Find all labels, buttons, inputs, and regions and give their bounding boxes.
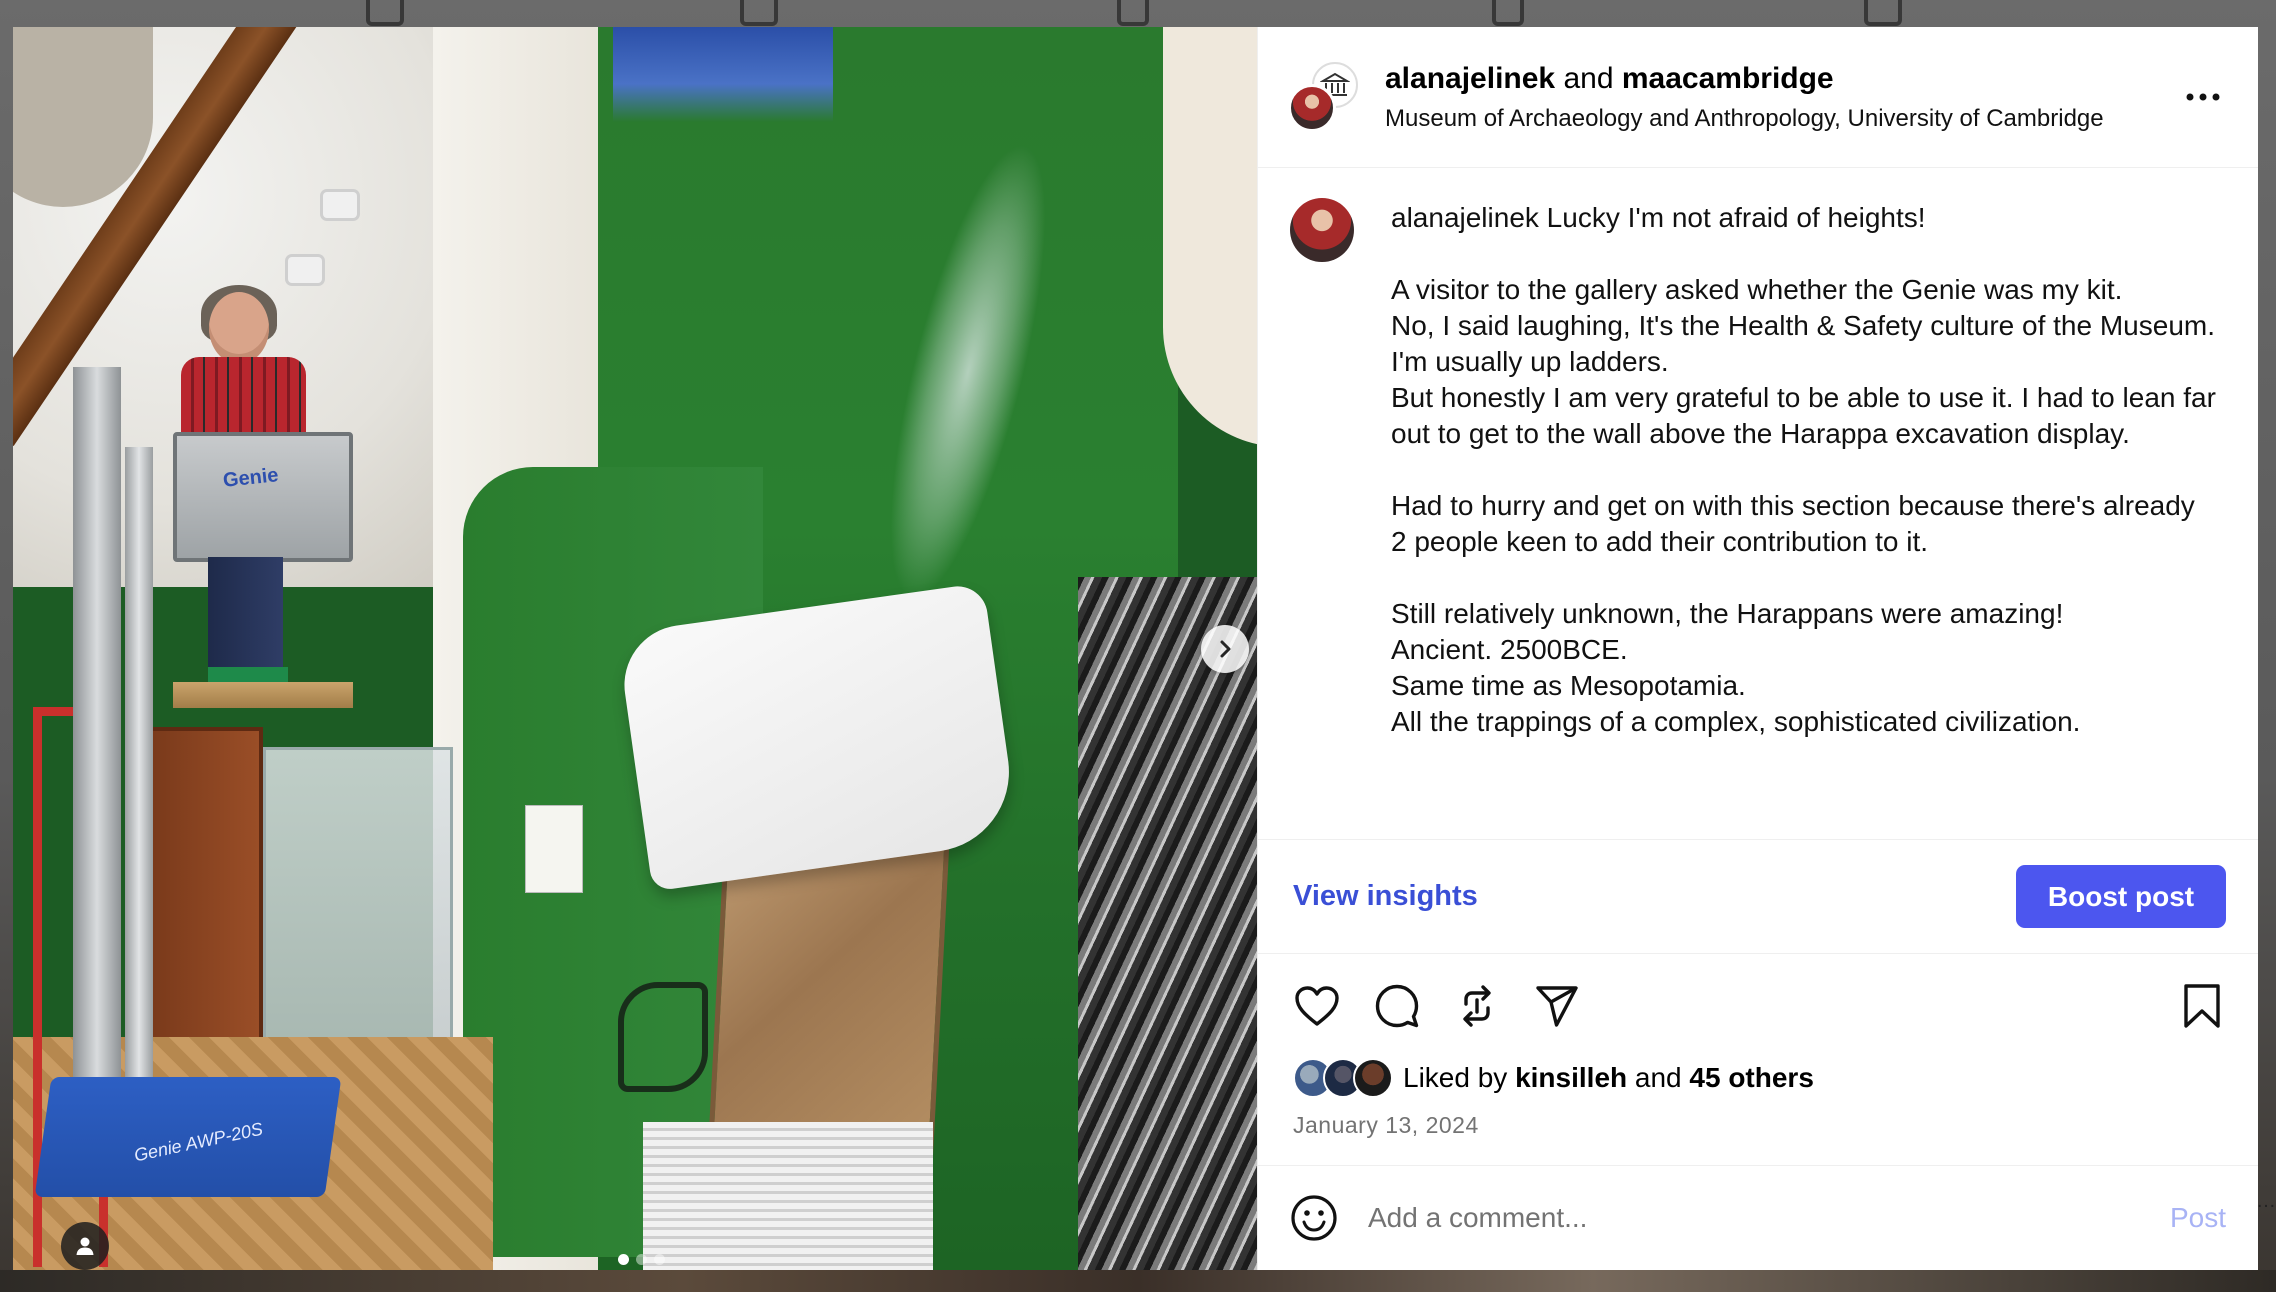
owner-actions: View insights Boost post [1258,840,2258,954]
background-ellipsis: … [2256,1190,2276,1212]
heart-icon [1295,986,1339,1026]
photo-mural-sky [613,27,833,122]
photo-paper [616,582,1020,892]
bookmark-icon [2184,984,2220,1028]
tagged-icon [1864,0,1902,26]
chevron-right-icon [1220,640,1231,658]
comment-button[interactable] [1373,982,1421,1030]
likes-summary[interactable]: Liked by kinsilleh and 45 others [1293,1058,2226,1098]
carousel-next-button[interactable] [1201,625,1249,673]
post-date[interactable]: January 13, 2024 [1293,1112,2226,1139]
photo-graffiti [618,982,708,1092]
photo-person-head [209,292,269,364]
collaborator-username-link[interactable]: maacambridge [1622,62,1834,95]
post-info-panel: alanajelinek and maacambridge Museum of … [1257,27,2258,1270]
photo-platform-floor [173,682,353,708]
share-icon [1536,986,1578,1027]
photo-lift-mast [73,367,121,1187]
photo-palm-panel [1078,577,1257,1270]
author-username-link[interactable]: alanajelinek [1385,62,1555,95]
collab-joiner: and [1563,61,1614,95]
user-icon [76,1237,94,1255]
others-likes-link[interactable]: 45 others [1689,1062,1814,1093]
post-dialog: Genie AWP-20S Genie alanajelinek and maa… [13,27,2258,1270]
photo-label-card [525,805,583,893]
background-grid-strip [0,1270,2276,1292]
caption-body: Lucky I'm not afraid of heights! A visit… [1391,202,2216,737]
tagged-people-button[interactable] [61,1222,109,1270]
reposts-icon [1492,0,1524,26]
comment-composer: Post [1258,1166,2258,1270]
caption-author-avatar[interactable] [1290,198,1354,262]
liker-username-link[interactable]: kinsilleh [1515,1062,1627,1093]
photo-person-legs [208,557,283,677]
boost-post-button[interactable]: Boost post [2016,865,2226,928]
repost-icon [1463,985,1491,1027]
grid-icon [366,0,404,26]
comment-input[interactable] [1368,1202,2170,1234]
liked-by-prefix: Liked by [1403,1062,1516,1093]
location-link[interactable]: Museum of Archaeology and Anthropology, … [1385,105,2180,133]
photo-lift-platform [173,432,353,562]
comment-icon [1375,984,1419,1028]
carousel-dot [618,1254,629,1265]
photo-lamp [323,192,357,218]
like-button[interactable] [1293,982,1341,1030]
post-feedback: Liked by kinsilleh and 45 others January… [1258,954,2258,1166]
caption-text: alanajelinek Lucky I'm not afraid of hei… [1391,200,2218,839]
saved-icon [1117,0,1149,26]
smiley-icon [1291,1195,1337,1241]
header-text: alanajelinek and maacambridge Museum of … [1385,62,2180,133]
post-comment-button[interactable]: Post [2170,1202,2226,1234]
likes-text: Liked by kinsilleh and 45 others [1403,1062,1814,1094]
carousel-dot [636,1254,647,1265]
header-usernames: alanajelinek and maacambridge [1385,62,2180,96]
author-avatar[interactable] [1288,84,1336,132]
photo-radiator [643,1122,933,1270]
save-button[interactable] [2178,982,2226,1030]
liker-avatars[interactable] [1293,1058,1395,1098]
more-options-button[interactable] [2180,74,2226,120]
photo-cabinet [263,747,453,1077]
share-button[interactable] [1533,982,1581,1030]
collab-avatars[interactable] [1288,62,1358,132]
repost-button[interactable] [1453,982,1501,1030]
photo-door [148,727,263,1057]
post-media-carousel[interactable]: Genie AWP-20S Genie [13,27,1257,1270]
more-horizontal-icon [2186,93,2220,101]
carousel-dot [654,1254,665,1265]
post-header: alanajelinek and maacambridge Museum of … [1258,27,2258,168]
photo-lamp [288,257,322,283]
reels-icon [740,0,778,26]
action-icon-row [1293,976,2226,1036]
liker-avatar[interactable] [1353,1058,1393,1098]
carousel-indicator [618,1254,665,1265]
caption-username-link[interactable]: alanajelinek [1391,202,1539,233]
photo-arch [1163,27,1257,447]
post-caption: alanajelinek Lucky I'm not afraid of hei… [1258,168,2258,840]
emoji-button[interactable] [1288,1192,1340,1244]
photo-lift-mast-inner [125,447,153,1147]
view-insights-link[interactable]: View insights [1293,880,1478,913]
liked-by-joiner: and [1627,1062,1690,1093]
background-profile-tabs [0,0,2276,26]
